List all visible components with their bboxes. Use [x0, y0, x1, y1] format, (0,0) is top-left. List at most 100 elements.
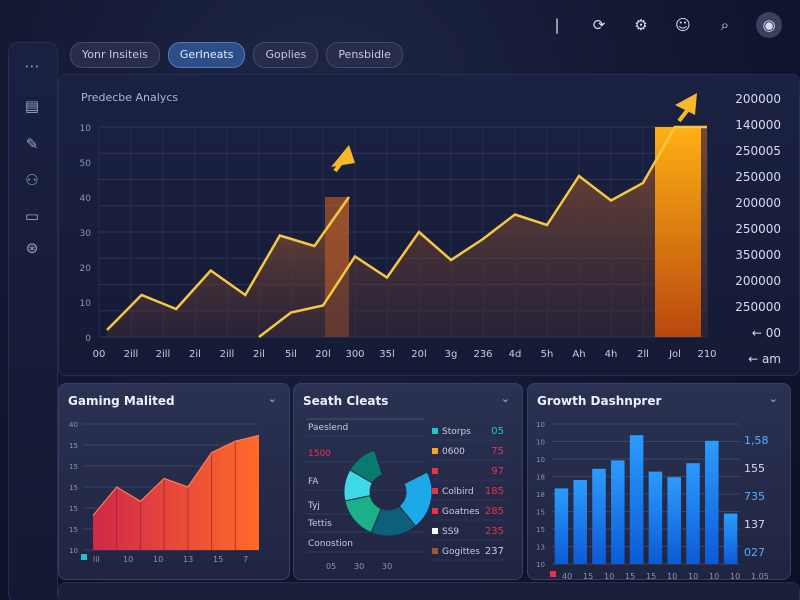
bar [592, 468, 606, 564]
refresh-icon[interactable]: ⟳ [588, 14, 610, 36]
x-tick-label: 35l [379, 349, 395, 360]
legend-swatch [432, 508, 438, 514]
x-tick-label: 2ill [156, 349, 171, 360]
y-tick-label: 10 [536, 456, 545, 464]
y-tick-label: 30 [80, 229, 92, 239]
legend-swatch [81, 554, 87, 560]
y-tick-label: 10 [80, 299, 92, 309]
x-tick-label: 4h [605, 349, 618, 360]
bar [723, 513, 738, 564]
separator-icon: | [554, 16, 560, 34]
tab-active[interactable]: GerIneats [167, 42, 246, 68]
bar [611, 460, 625, 564]
main-chart-panel: Predecbe Analycs 0 10 20 30 40 50 10 200000 1400… [58, 74, 800, 376]
legend-label: SS9 [442, 527, 459, 537]
sidebar: ⋯ ▤ ✎ ⚇ ▭ ⊛ [8, 42, 58, 600]
x-tick-label: 4d [509, 349, 522, 360]
card-icon[interactable]: ▭ [21, 205, 43, 227]
bar [705, 440, 719, 564]
y-tick-label: 50 [80, 159, 92, 169]
x-tick-label: 2il [253, 349, 265, 360]
settings-icon[interactable]: ⊛ [21, 237, 43, 259]
bar [686, 463, 700, 564]
card-gaming: Gaming Malited ⌄ 40 15 15 15 15 15 10 lil 10 10 13… [58, 383, 290, 580]
left-label: Tyj [307, 501, 320, 511]
y-tick-label: 0 [85, 334, 91, 344]
gaming-chart: 40 15 15 15 15 15 10 lil 10 10 13 15 7 [69, 421, 260, 564]
y-tick-label: 18 [536, 474, 545, 482]
legend-value: 237 [485, 546, 504, 557]
y-tick-label: 15 [536, 526, 545, 534]
users-icon[interactable]: ⚇ [21, 169, 43, 191]
y-right-tick-label: 140000 [735, 118, 781, 132]
card-growth: Growth Dashnprer ⌄ 10 10 10 18 18 15 15 13 10 1,5… [527, 383, 791, 580]
x-tick-label: 2ill [124, 349, 139, 360]
y-right-tick-label: 200000 [735, 92, 781, 106]
gear-icon[interactable]: ⚙ [630, 14, 652, 36]
x-tick-label: Jol [668, 349, 681, 360]
x-tick-label: 10 [667, 572, 677, 579]
bar [667, 477, 681, 564]
x-tick-label: 10 [688, 572, 698, 579]
dashboard-screen: | ⟳ ⚙ ☺ ⌕ ◉ ⋯ ▤ ✎ ⚇ ▭ ⊛ Yonr Insiteis Ge… [0, 0, 800, 600]
series-2-highlight-bar [655, 127, 701, 337]
y-tick-label: 18 [536, 491, 545, 499]
tab-goplies[interactable]: Goplies [253, 42, 319, 68]
left-label: 1500 [308, 449, 331, 459]
y-tick-label: 10 [536, 439, 545, 447]
x-tick-label: 30 [382, 562, 392, 571]
card-seath: Seath Cleats ⌄ Paeslend 1500 FA Tyj Tettis Co… [293, 383, 523, 580]
y-right-tick-label: 137 [744, 518, 765, 531]
grid-icon[interactable]: ⋯ [21, 55, 43, 77]
y-right-tick-label: 250000 [735, 170, 781, 184]
y-right-tick-label: 1,58 [744, 434, 769, 447]
seath-chart: Paeslend 1500 FA Tyj Tettis Conostion Storps 05… [306, 418, 506, 571]
x-tick-label: 13 [183, 555, 193, 564]
x-tick-label: 210 [697, 349, 716, 360]
y-tick-label: 15 [69, 442, 78, 450]
growth-chart: 10 10 10 18 18 15 15 13 10 1,58 155 735 137 027 40 15 10… [536, 421, 769, 579]
x-tick-label: 2il [189, 349, 201, 360]
y-tick-label: 15 [536, 509, 545, 517]
avatar[interactable]: ◉ [756, 12, 782, 38]
x-tick-label: lil [93, 555, 100, 564]
x-tick-label: 1.05 [751, 572, 769, 579]
y-tick-label: 10 [536, 561, 545, 569]
y-tick-label: 15 [69, 484, 78, 492]
legend-label: Storps [442, 427, 471, 437]
search-icon[interactable]: ⌕ [714, 14, 736, 36]
x-tick-label: 15 [213, 555, 223, 564]
bar [648, 471, 663, 564]
chat-icon[interactable]: ☺ [672, 14, 694, 36]
y-right-tick-label: 155 [744, 462, 765, 475]
y-tick-label: 13 [536, 544, 545, 552]
legend-value: 97 [491, 466, 504, 477]
legend-value: 185 [485, 486, 504, 497]
tab-insights[interactable]: Yonr Insiteis [70, 42, 160, 68]
y-tick-label: 15 [69, 463, 78, 471]
y-right-tick-label: 350000 [735, 248, 781, 262]
legend-swatch [432, 528, 438, 534]
legend-label: 0600 [442, 447, 465, 457]
x-tick-label: Ah [572, 349, 585, 360]
x-tick-label: 30 [354, 562, 364, 571]
top-toolbar: | ⟳ ⚙ ☺ ⌕ ◉ [546, 12, 782, 38]
y-right-tick-label: ← am [748, 352, 781, 366]
x-tick-label: 10 [604, 572, 614, 579]
tab-pensbidle[interactable]: Pensbidle [326, 42, 403, 68]
y-right-tick-label: ← 00 [752, 326, 781, 340]
document-icon[interactable]: ▤ [21, 95, 43, 117]
legend-value: 75 [491, 446, 504, 457]
y-tick-label: 40 [69, 421, 78, 429]
legend-swatch [432, 548, 438, 554]
legend-swatch [432, 448, 438, 454]
x-tick-label: 20l [411, 349, 427, 360]
legend-swatch [432, 468, 438, 474]
legend-label: Goatnes [442, 507, 480, 517]
bar [573, 480, 587, 564]
bottom-panel [58, 582, 800, 600]
x-tick-label: 5h [541, 349, 554, 360]
edit-icon[interactable]: ✎ [21, 133, 43, 155]
main-chart: 0 10 20 30 40 50 10 200000 140000 250005 250000 200… [80, 92, 781, 366]
legend-swatch [550, 571, 556, 577]
